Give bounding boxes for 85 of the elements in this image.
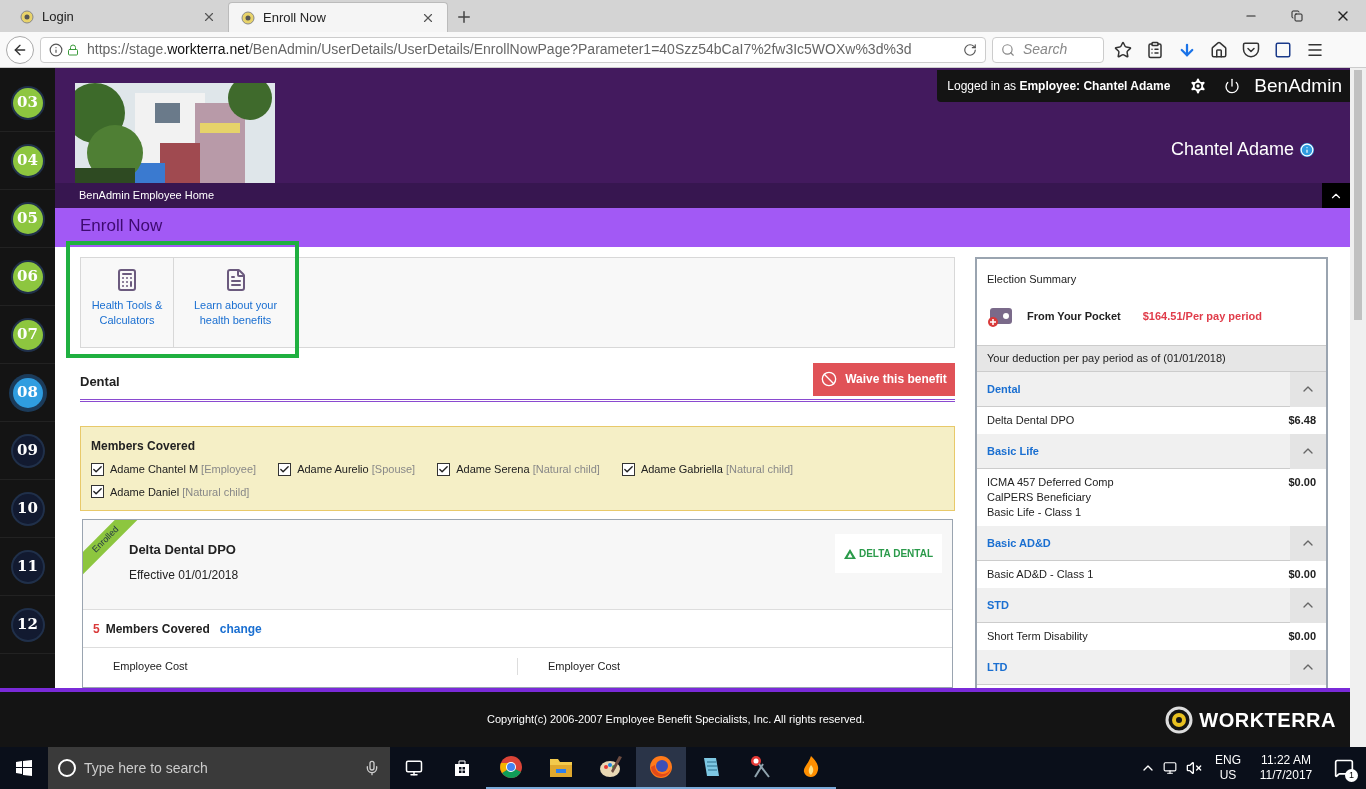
tool-tile[interactable]: Learn about your health benefits: [174, 258, 298, 347]
section-name: LTD: [986, 659, 1009, 675]
page-title: Enroll Now: [80, 216, 163, 236]
search-icon: [1001, 42, 1015, 57]
region[interactable]: US: [1219, 768, 1237, 783]
summary-section-header[interactable]: STD: [977, 588, 1326, 623]
summary-section-header[interactable]: LTD: [977, 650, 1326, 685]
palette-icon[interactable]: [599, 755, 623, 779]
summary-section-header[interactable]: Basic AD&D: [977, 526, 1326, 561]
user-name: Chantel Adame: [1170, 138, 1294, 161]
tab-title: Enroll Now: [263, 8, 327, 27]
plan-effective: Effective 01/01/2018: [129, 566, 239, 584]
election-name: ICMA 457 Deferred Comp CalPERS Beneficiary Basic Life - Class 1: [987, 475, 1114, 520]
clock-time[interactable]: 11:22 AM: [1261, 753, 1311, 768]
election-name: Basic AD&D - Class 1: [987, 567, 1094, 582]
copyright: Copyright(c) 2006-2007 Employee Benefit Specialists, Inc. All rights reserved.: [487, 712, 865, 728]
cost-column-label: Employer Cost: [548, 660, 621, 672]
calculator-icon: [115, 268, 139, 292]
election-amount: $0.00: [1288, 629, 1316, 644]
summary-title: Election Summary: [987, 272, 1078, 287]
reload-icon[interactable]: [963, 42, 977, 57]
election-amount: $0.00: [1288, 567, 1316, 582]
section-name: Basic Life: [986, 443, 1040, 459]
plan-name: Delta Dental DPO: [129, 541, 237, 559]
firefox-icon[interactable]: [649, 755, 673, 779]
url-text: https://stage.workterra.net/BenAdmin/UserDetails/UserDetails/EnrollNowPage?Parameter1=40Szz54bCaI7%2fw3Ic5WOXw%3d%3d: [87, 40, 912, 59]
target-icon: [1165, 705, 1194, 734]
member-name: Adame Aurelio [Spouse]: [297, 462, 416, 477]
microphone-icon[interactable]: [364, 760, 380, 776]
member-name: Adame Gabriella [Natural child]: [640, 462, 794, 477]
site-icon: [20, 10, 34, 24]
back-icon[interactable]: [6, 35, 34, 64]
scrollbar[interactable]: [1350, 68, 1366, 747]
member-name: Adame Chantel M [Employee]: [110, 462, 257, 477]
deduction-note: Your deduction per pay period as of (01/01/2018): [977, 345, 1326, 372]
member-name: Adame Daniel [Natural child]: [110, 484, 250, 500]
checkbox[interactable]: [621, 462, 635, 476]
scissors-icon[interactable]: [749, 755, 773, 779]
election-name: Short Term Disability: [987, 629, 1088, 644]
taskbar-search-field[interactable]: Type here to search: [48, 747, 390, 789]
summary-section-header[interactable]: Basic Life: [977, 434, 1326, 469]
pocket-label: From Your Pocket: [1027, 309, 1121, 325]
power-icon[interactable]: [1224, 78, 1241, 94]
browser-tab[interactable]: Enroll Now: [228, 2, 448, 32]
member-name: Adame Serena [Natural child]: [456, 462, 600, 477]
cost-column-label: Employee Cost: [113, 660, 188, 672]
close-icon[interactable]: [202, 10, 216, 24]
section-name: STD: [986, 597, 1010, 613]
election-amount: $0.00: [1288, 475, 1316, 490]
members-covered-label: Members Covered: [105, 620, 210, 638]
checkbox[interactable]: [91, 462, 104, 476]
section-name: Dental: [986, 381, 1022, 397]
site-icon: [241, 10, 255, 25]
checkbox[interactable]: [437, 462, 451, 476]
section-title: Dental: [80, 373, 120, 392]
plan-logo: DELTA DENTAL: [835, 534, 942, 573]
wallet-icon: [987, 305, 1013, 328]
login-status: Logged in as Employee: Chantel Adame: [947, 78, 1171, 95]
members-title: Members Covered: [91, 438, 197, 455]
election-amount: $6.48: [1288, 413, 1316, 428]
lock-icon: [67, 43, 79, 56]
clock-date[interactable]: 11/7/2017: [1259, 768, 1313, 783]
chrome-icon[interactable]: [499, 755, 523, 779]
checkbox[interactable]: [91, 485, 104, 499]
waive-button[interactable]: Waive this benefit: [813, 362, 955, 396]
search-field[interactable]: Search: [992, 36, 1104, 63]
section-name: Basic AD&D: [986, 535, 1052, 551]
change-link[interactable]: change: [219, 619, 262, 638]
summary-section-header[interactable]: Dental: [977, 372, 1326, 407]
members-count: 5: [93, 620, 100, 638]
election-name: Delta Dental DPO: [987, 413, 1075, 428]
notification-count: 1: [1345, 769, 1358, 782]
info-icon: [49, 42, 63, 57]
brand-name: WORKTERRA: [1199, 707, 1336, 733]
address-field[interactable]: https://stage.workterra.net/BenAdmin/UserDetails/UserDetails/EnrollNowPage?Parameter1=40Szz54bCaI7%2fw3Ic5WOXw%3d%3d: [40, 36, 986, 63]
tool-tile[interactable]: Health Tools & Calculators: [81, 258, 174, 347]
pocket-amount: $164.51/Per pay period: [1142, 309, 1262, 325]
prohibited-icon: [821, 371, 838, 387]
info-icon[interactable]: [1300, 142, 1314, 157]
folder-icon[interactable]: [549, 756, 573, 778]
checkbox[interactable]: [278, 462, 292, 476]
tab-title: Login: [42, 8, 75, 27]
app-name: BenAdmin: [1254, 73, 1342, 98]
breadcrumb[interactable]: BenAdmin Employee Home: [79, 187, 215, 204]
language[interactable]: ENG: [1215, 753, 1241, 768]
